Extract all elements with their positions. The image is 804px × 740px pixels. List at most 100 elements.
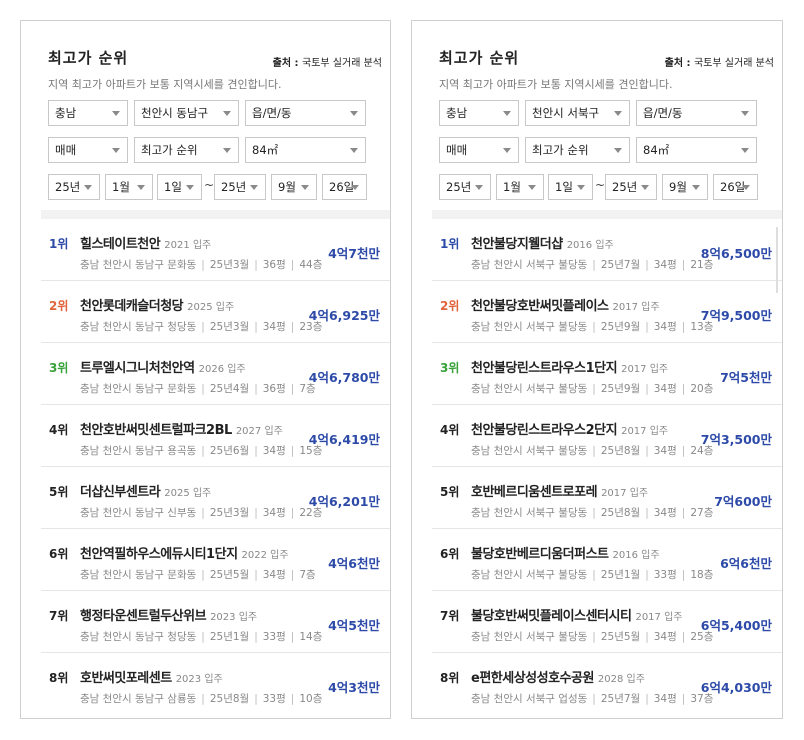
built-year: 2016 입주 — [612, 550, 660, 561]
chevron-down-icon — [186, 185, 194, 190]
ranking-row[interactable]: 7위 불당호반써밋플레이스센터시티 2017 입주 충남 천안시 서북구 불당동 |… — [432, 591, 782, 653]
deal-date: 25년3월 — [209, 259, 250, 271]
panel-description: 지역 최고가 아파트가 보통 지역시세를 견인합니다. — [439, 78, 673, 91]
divider: | — [645, 569, 649, 581]
divider: | — [201, 631, 205, 643]
city-select[interactable]: 천안시 동남구 — [134, 100, 239, 126]
ranking-row[interactable]: 3위 트루엘시그니처천안역 2026 입주 충남 천안시 동남구 문화동 | 25년4… — [41, 343, 390, 405]
ranking-row[interactable]: 2위 천안롯데캐슬더청당 2025 입주 충남 천안시 동남구 청당동 | 25년3월… — [41, 281, 390, 343]
built-year: 2028 입주 — [597, 674, 645, 685]
deal-details: 충남 천안시 동남구 청당동 | 25년1월 | 33평 | 14층 — [80, 629, 322, 644]
chevron-down-icon — [641, 185, 649, 190]
apartment-name[interactable]: e편한세상성성호수공원 — [471, 671, 594, 686]
apartment-name[interactable]: 행정타운센트럴두산위브 — [80, 609, 207, 624]
apartment-name[interactable]: 천안불당린스트라우스2단지 — [471, 423, 618, 438]
deal-date: 25년3월 — [209, 507, 250, 519]
ranking-row[interactable]: 4위 천안호반써밋센트럴파크2BL 2027 입주 충남 천안시 동남구 용곡동 |… — [41, 405, 390, 467]
apartment-name[interactable]: 천안역필하우스에듀시티1단지 — [80, 547, 238, 562]
apartment-name[interactable]: 천안롯데캐슬더청당 — [80, 299, 184, 314]
divider: | — [681, 259, 686, 271]
ranking-row[interactable]: 5위 호반베르디움센트로포레 2017 입주 충남 천안시 서북구 불당동 | 25년… — [432, 467, 782, 529]
rank-label: 2위 — [440, 299, 460, 313]
to-month-select[interactable]: 9월 — [662, 174, 708, 200]
to-year-value: 25년 — [221, 180, 247, 194]
apartment-name[interactable]: 더샵신부센트라 — [80, 485, 161, 500]
from-year-select[interactable]: 25년 — [48, 174, 100, 200]
apartment-name[interactable]: 힐스테이트천안 — [80, 237, 161, 252]
divider: | — [201, 383, 205, 395]
from-month-value: 1월 — [503, 180, 521, 194]
to-day-select[interactable]: 26일 — [713, 174, 758, 200]
city-select[interactable]: 천안시 서북구 — [525, 100, 630, 126]
deal-date: 25년6월 — [209, 445, 250, 457]
apartment-name[interactable]: 천안불당호반써밋플레이스 — [471, 299, 609, 314]
apartment-name[interactable]: 천안호반써밋센트럴파크2BL — [80, 423, 232, 438]
apartment-name[interactable]: 천안불당지웰더샵 — [471, 237, 563, 252]
from-month-select[interactable]: 1월 — [105, 174, 153, 200]
deal-type-select[interactable]: 매매 — [439, 137, 519, 163]
deal-date: 25년8월 — [600, 507, 641, 519]
ranking-row[interactable]: 1위 힐스테이트천안 2021 입주 충남 천안시 동남구 문화동 | 25년3월 | 3… — [41, 219, 390, 281]
sort-select[interactable]: 최고가 순위 — [525, 137, 630, 163]
divider: | — [290, 445, 295, 457]
ranking-row[interactable]: 4위 천안불당린스트라우스2단지 2017 입주 충남 천안시 서북구 불당동 | 2… — [432, 405, 782, 467]
from-day-select[interactable]: 1일 — [548, 174, 593, 200]
deal-details: 충남 천안시 서북구 불당동 | 25년9월 | 34평 | 13층 — [471, 319, 713, 334]
apartment-name[interactable]: 천안불당린스트라우스1단지 — [471, 361, 618, 376]
built-year: 2021 입주 — [164, 240, 212, 251]
deal-price: 6억6천만 — [720, 556, 772, 571]
chevron-down-icon — [741, 148, 749, 153]
sort-select[interactable]: 최고가 순위 — [134, 137, 239, 163]
ranking-row[interactable]: 6위 천안역필하우스에듀시티1단지 2022 입주 충남 천안시 동남구 문화동 |… — [41, 529, 390, 591]
scrollbar[interactable] — [776, 227, 778, 293]
ranking-row[interactable]: 1위 천안불당지웰더샵 2016 입주 충남 천안시 서북구 불당동 | 25년7월 |… — [432, 219, 782, 281]
chevron-down-icon — [742, 185, 750, 190]
to-month-value: 9월 — [278, 180, 296, 194]
from-month-select[interactable]: 1월 — [496, 174, 544, 200]
from-year-select[interactable]: 25년 — [439, 174, 491, 200]
ranking-row[interactable]: 3위 천안불당린스트라우스1단지 2017 입주 충남 천안시 서북구 불당동 | 2… — [432, 343, 782, 405]
panel-title: 최고가 순위 — [48, 49, 129, 67]
deal-details: 충남 천안시 서북구 불당동 | 25년7월 | 34평 | 21층 — [471, 257, 713, 272]
to-month-select[interactable]: 9월 — [271, 174, 317, 200]
apartment-name[interactable]: 호반써밋포레센트 — [80, 671, 172, 686]
ranking-row[interactable]: 2위 천안불당호반써밋플레이스 2017 입주 충남 천안시 서북구 불당동 | 25… — [432, 281, 782, 343]
apartment-name[interactable]: 트루엘시그니처천안역 — [80, 361, 195, 376]
ranking-row[interactable]: 7위 행정타운센트럴두산위브 2023 입주 충남 천안시 동남구 청당동 | 25년… — [41, 591, 390, 653]
deal-details: 충남 천안시 동남구 삼룡동 | 25년8월 | 33평 | 10층 — [80, 691, 322, 706]
chevron-down-icon — [614, 148, 622, 153]
apartment-name[interactable]: 불당호반베르디움더퍼스트 — [471, 547, 609, 562]
ranking-row[interactable]: 6위 불당호반베르디움더퍼스트 2016 입주 충남 천안시 서북구 불당동 | 25… — [432, 529, 782, 591]
town-select[interactable]: 읍/면/동 — [245, 100, 366, 126]
apartment-name-line: 행정타운센트럴두산위브 2023 입주 — [80, 605, 257, 624]
to-year-select[interactable]: 25년 — [605, 174, 657, 200]
deal-details: 충남 천안시 서북구 불당동 | 25년8월 | 34평 | 24층 — [471, 443, 713, 458]
area-select[interactable]: 84㎡ — [245, 137, 366, 163]
to-day-select[interactable]: 26일 — [322, 174, 367, 200]
deal-details: 충남 천안시 동남구 문화동 | 25년5월 | 34평 | 7층 — [80, 567, 316, 582]
deal-type-select[interactable]: 매매 — [48, 137, 128, 163]
list-divider — [41, 210, 390, 219]
divider: | — [592, 383, 596, 395]
apartment-name-line: 천안불당지웰더샵 2016 입주 — [471, 233, 614, 252]
area-select[interactable]: 84㎡ — [636, 137, 757, 163]
deal-size: 34평 — [262, 321, 286, 333]
to-year-select[interactable]: 25년 — [214, 174, 266, 200]
built-year: 2022 입주 — [241, 550, 289, 561]
deal-size: 36평 — [262, 259, 286, 271]
province-select[interactable]: 충남 — [439, 100, 519, 126]
deal-price: 4억6천만 — [328, 556, 380, 571]
province-select[interactable]: 충남 — [48, 100, 128, 126]
ranking-row[interactable]: 8위 호반써밋포레센트 2023 입주 충남 천안시 동남구 삼룡동 | 25년8월 |… — [41, 653, 390, 715]
ranking-row[interactable]: 5위 더샵신부센트라 2025 입주 충남 천안시 동남구 신부동 | 25년3월 | 3… — [41, 467, 390, 529]
from-day-select[interactable]: 1일 — [157, 174, 202, 200]
area-select-value: 84㎡ — [252, 143, 279, 157]
deal-location: 충남 천안시 서북구 불당동 — [471, 569, 588, 581]
town-select[interactable]: 읍/면/동 — [636, 100, 757, 126]
apartment-name[interactable]: 불당호반써밋플레이스센터시티 — [471, 609, 632, 624]
ranking-row[interactable]: 8위 e편한세상성성호수공원 2028 입주 충남 천안시 서북구 업성동 | 25년… — [432, 653, 782, 715]
from-year-value: 25년 — [55, 180, 81, 194]
divider: | — [645, 259, 649, 271]
apartment-name[interactable]: 호반베르디움센트로포레 — [471, 485, 598, 500]
deal-location: 충남 천안시 서북구 불당동 — [471, 321, 588, 333]
